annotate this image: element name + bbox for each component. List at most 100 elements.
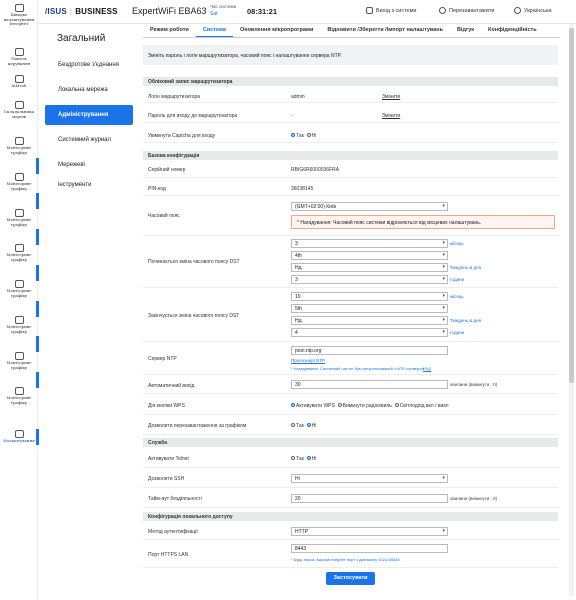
rail-network-map[interactable]: Складальника мереж <box>0 100 38 119</box>
rail-marker <box>36 265 39 281</box>
logout-icon <box>366 7 373 14</box>
row-router-password: Пароль для входу до маршрутизатора - Змі… <box>143 109 558 123</box>
dst-end-month-unit: місяць <box>450 294 464 299</box>
rail-traffic-monitor[interactable]: Моніторинг трафіку <box>0 386 38 405</box>
scheduled-reboot-no-label: Ні <box>311 423 317 429</box>
rail-label: Моніторинг трафіку <box>6 395 32 405</box>
menu-icon <box>14 351 24 360</box>
row-auto-logout: Автоматичний вихід 30 хвилини (вимкнути … <box>143 377 558 394</box>
tab-system[interactable]: Система <box>195 26 233 37</box>
timezone-warning: * Нагадування: Часовий пояс системи відр… <box>291 215 555 229</box>
section-basic-config: Базова конфігурація <box>143 151 558 160</box>
wps-radio-off-radio[interactable] <box>337 403 342 408</box>
rail-quick-setup[interactable]: Швидке налаштування Інтернет <box>0 3 38 27</box>
dst-start-day-select[interactable]: Нд. <box>291 263 448 272</box>
ntp-suggestion-link[interactable]: Пропозиція NTP <box>291 358 325 363</box>
dst-end-week-select[interactable]: 5th <box>291 304 448 313</box>
submenu-item-wireless[interactable]: Бездротове з'єднання <box>45 55 133 75</box>
apply-button[interactable]: Застосувати <box>326 572 375 585</box>
submenu-item-network-tools[interactable]: Мережеві інструменти <box>45 155 133 188</box>
submenu-item-administration[interactable]: Адміністрування <box>45 105 133 125</box>
rail-traffic-monitor[interactable]: Моніторинг трафіку <box>0 136 38 155</box>
logout-button[interactable]: Вихід з системи <box>366 7 416 14</box>
scheduled-reboot-yes-radio[interactable] <box>291 423 295 428</box>
tab-privacy[interactable]: Конфіденційність <box>481 26 544 37</box>
dst-start-week-select[interactable]: 4th <box>291 251 448 260</box>
reboot-button[interactable]: Перезавантажити <box>439 7 494 14</box>
scrollbar-thumb[interactable] <box>569 28 574 383</box>
timezone-select[interactable]: (GMT+02:00) Київ <box>291 202 448 211</box>
router-password-label: Пароль для входу до маршрутизатора <box>148 113 238 119</box>
ssh-label: Дозволити SSH <box>148 476 185 482</box>
rail-label: Налаштування <box>3 438 35 443</box>
section-router-account: Обліковий запис маршрутизатора <box>143 77 558 86</box>
captcha-no-label: Ні <box>311 133 317 139</box>
serial-value: RBIG6R6000036FRA <box>291 167 340 173</box>
https-port-note: * Будь ласка, використовуйте порт з діап… <box>291 557 401 562</box>
language-label: Українська <box>524 7 552 14</box>
menu-icon <box>14 315 24 324</box>
rail-traffic-monitor[interactable]: Моніторинг трафіку <box>0 279 38 298</box>
idle-timeout-unit: хвилини (вимкнути : 0) <box>450 496 498 501</box>
row-telnet: Активувати Telnet Так Ні <box>143 450 558 468</box>
dst-end-hour-select[interactable]: 4 <box>291 328 448 337</box>
https-port-label: Порт HTTPS LAN <box>148 552 189 558</box>
rail-traffic-monitor[interactable]: Моніторинг трафіку <box>0 315 38 334</box>
system-clock-label: Час системи <box>210 4 237 9</box>
ssh-select[interactable]: Ні <box>291 474 448 483</box>
rail-traffic-monitor[interactable]: Моніторинг трафіку <box>0 243 38 262</box>
tab-feedback[interactable]: Відгук <box>450 26 481 37</box>
tab-bar: Режим роботи Система Оновлення мікропрог… <box>143 26 560 38</box>
menu-icon <box>14 243 24 252</box>
change-password-link[interactable]: Змінити <box>382 113 400 119</box>
tab-restore-save[interactable]: Відновити /Зберегти /Імпорт налаштувань <box>320 26 450 37</box>
dst-end-day-unit: Тиждень & дня <box>450 318 482 323</box>
rail-traffic-monitor[interactable]: Моніторинг трафіку <box>0 208 38 227</box>
row-ntp: Сервер NTP pool.ntp.org Пропозиція NTP *… <box>143 344 558 375</box>
rail-aimesh[interactable]: AiMesh <box>0 74 38 89</box>
telnet-no-radio[interactable] <box>306 456 311 461</box>
auth-method-label: Метод аутентифікації <box>148 529 198 535</box>
dst-end-hour-unit: години <box>450 330 465 335</box>
dst-end-month-select[interactable]: 10 <box>291 292 448 301</box>
tab-operation-mode[interactable]: Режим роботи <box>143 26 196 37</box>
row-idle-timeout: Тайм-аут бездіяльності 20 хвилини (вимкн… <box>143 490 558 508</box>
globe-icon <box>514 7 521 14</box>
telnet-label: Активувати Telnet <box>148 456 189 462</box>
wps-led-radio[interactable] <box>394 403 399 408</box>
row-dst-start: Починається зміна часового поясу DST 3 м… <box>143 238 558 288</box>
scheduled-reboot-no-radio[interactable] <box>306 423 311 428</box>
submenu-item-system-log[interactable]: Системний журнал <box>45 130 133 150</box>
dst-start-month-unit: місяць <box>450 241 464 246</box>
telnet-yes-label: Так <box>296 456 304 462</box>
menu-icon <box>14 136 24 145</box>
dst-start-hour-select[interactable]: 3 <box>291 275 448 284</box>
https-port-input[interactable]: 8443 <box>291 544 448 553</box>
dst-end-day-select[interactable]: Нд. <box>291 316 448 325</box>
change-login-link[interactable]: Змінити <box>382 94 400 100</box>
captcha-no-radio[interactable] <box>306 133 311 138</box>
rail-control-panel[interactable]: Панель керування <box>0 47 38 66</box>
row-pin: PIN-код 36038145 <box>143 180 558 196</box>
rail-traffic-monitor[interactable]: Моніторинг трафіку <box>0 351 38 370</box>
rail-settings[interactable]: Налаштування <box>0 429 38 444</box>
auth-method-select[interactable]: HTTP <box>291 527 448 536</box>
wps-activate-label: Активувати WPS <box>296 403 335 409</box>
rail-traffic-monitor[interactable]: Моніторинг трафіку <box>0 172 38 191</box>
captcha-yes-radio[interactable] <box>291 133 295 138</box>
ntp-faq-link[interactable]: FAQ <box>423 366 431 371</box>
wps-activate-radio[interactable] <box>291 403 295 408</box>
wps-led-label: Світлодіод вкл / викл <box>399 403 449 409</box>
tab-firmware-upgrade[interactable]: Оновлення мікропрограми <box>233 26 320 37</box>
auto-logout-input[interactable]: 30 <box>291 380 448 389</box>
rail-label: AiMesh <box>11 83 27 88</box>
submenu-item-lan[interactable]: Локальна мережа <box>45 80 133 100</box>
idle-timeout-input[interactable]: 20 <box>291 494 448 503</box>
brand-asus: /ISUS <box>45 7 67 16</box>
dst-start-month-select[interactable]: 3 <box>291 239 448 248</box>
reboot-label: Перезавантажити <box>449 7 495 14</box>
telnet-yes-radio[interactable] <box>291 456 295 461</box>
ntp-server-input[interactable]: pool.ntp.org <box>291 346 448 355</box>
language-select[interactable]: Українська <box>514 7 552 14</box>
rail-label: Моніторинг трафіку <box>6 360 32 370</box>
